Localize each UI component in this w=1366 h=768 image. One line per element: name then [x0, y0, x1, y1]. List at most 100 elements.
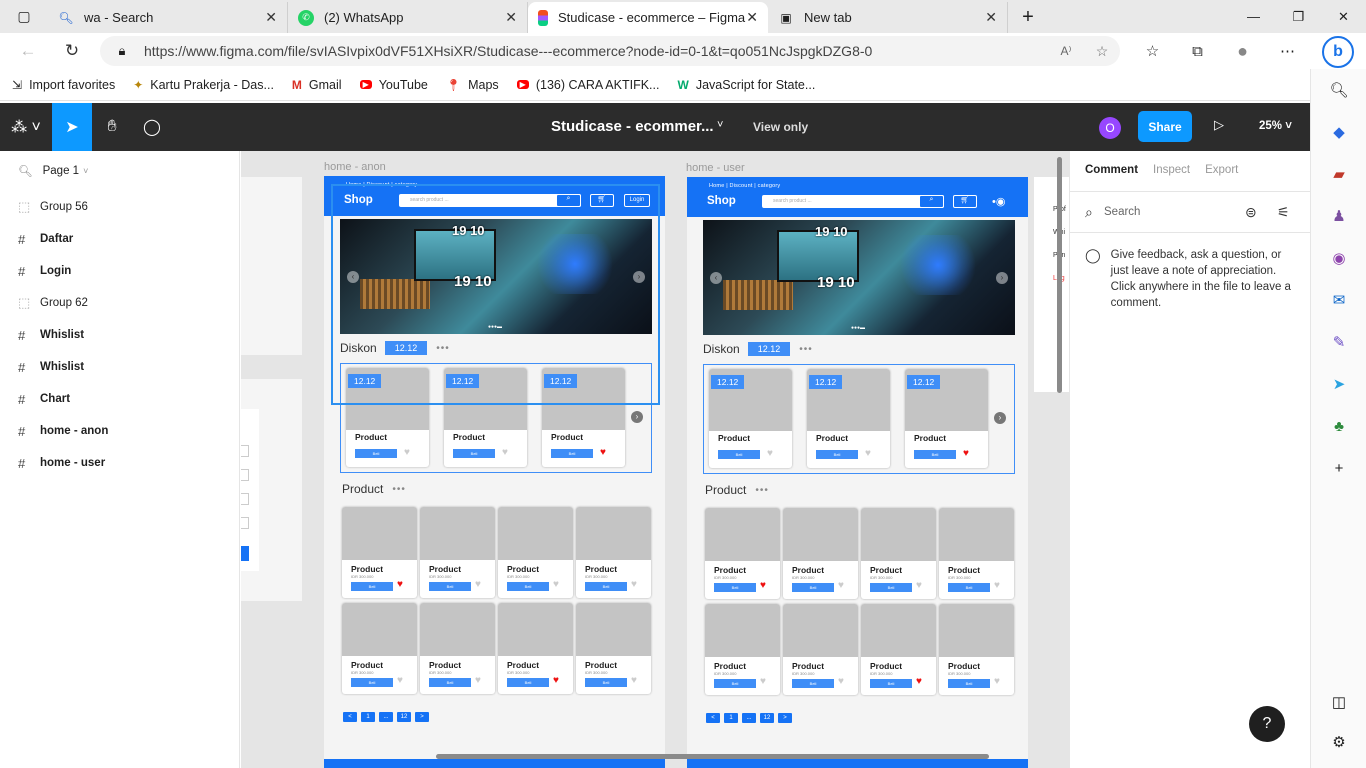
- search-icon[interactable]: 🔍︎: [18, 164, 33, 178]
- frame-label-user[interactable]: home - user: [686, 162, 745, 174]
- card-tag: 12.12: [809, 375, 843, 389]
- fav-gmail[interactable]: M Gmail: [292, 78, 342, 92]
- hand-tool-icon[interactable]: ✋︎: [92, 103, 132, 151]
- comment-panel: Comment Inspect Export ⌕ Search ⊜ ⚟ ◯ Gi…: [1069, 151, 1310, 768]
- page-selector[interactable]: 🔍︎ Page 1 ˅: [0, 151, 239, 191]
- figma-toolbar: ⁂ ˅ ➤ ✋︎ ◯ Studicase - ecommer... ˅ View…: [0, 103, 1310, 151]
- settings-icon[interactable]: ⚙: [1311, 721, 1366, 763]
- panel-icon[interactable]: ◫: [1311, 681, 1366, 723]
- outlook-icon[interactable]: ✉: [1311, 279, 1366, 321]
- avatar[interactable]: O: [1099, 117, 1121, 139]
- profile-avatar-icon[interactable]: ●: [1220, 33, 1265, 69]
- layer-item[interactable]: # Whislist: [0, 319, 239, 351]
- close-tab-icon[interactable]: ✕: [985, 9, 997, 26]
- diskon-tag: 12.12: [747, 342, 791, 356]
- close-tab-icon[interactable]: ✕: [265, 9, 277, 26]
- designer-icon[interactable]: ✎: [1311, 321, 1366, 363]
- layer-item[interactable]: # Whislist: [0, 351, 239, 383]
- tab-actions-icon[interactable]: ▢: [0, 0, 48, 33]
- add-icon[interactable]: +: [1311, 447, 1366, 489]
- tab-comment[interactable]: Comment: [1085, 164, 1138, 191]
- add-favorite-icon[interactable]: ☆: [1084, 43, 1120, 60]
- heart-filled-icon: ♥: [397, 579, 403, 590]
- search-icon: 🔍︎: [58, 10, 74, 25]
- figma-menu-icon[interactable]: ⁂ ˅: [6, 103, 46, 151]
- fav-prakerja[interactable]: ✦ Kartu Prakerja - Das...: [133, 78, 274, 92]
- heart-icon: ♥: [994, 580, 1000, 591]
- site-footer: [324, 759, 665, 768]
- product-price: IDR 300.000: [351, 670, 374, 675]
- heart-icon: ♥: [631, 579, 637, 590]
- tree-icon[interactable]: ♣: [1311, 405, 1366, 447]
- tab-wa-search[interactable]: 🔍︎ wa - Search ✕: [48, 2, 288, 33]
- tab-export[interactable]: Export: [1205, 164, 1238, 191]
- layer-item[interactable]: # home - user: [0, 447, 239, 479]
- heart-icon: ♥: [838, 580, 844, 591]
- layer-item[interactable]: # Login: [0, 255, 239, 287]
- frame-home-user[interactable]: Home | Discount | category Shop search p…: [687, 177, 1028, 768]
- tab-inspect[interactable]: Inspect: [1153, 164, 1190, 191]
- layer-item[interactable]: # Chart: [0, 383, 239, 415]
- garuda-icon: ✦: [133, 77, 144, 92]
- search-icon[interactable]: 🔍︎: [1311, 69, 1366, 111]
- horizontal-scrollbar[interactable]: [436, 754, 989, 759]
- chevron-down-icon: ˅: [83, 166, 89, 176]
- new-tab-button[interactable]: +: [1008, 2, 1048, 33]
- restore-icon[interactable]: ❐: [1276, 0, 1321, 33]
- tab-new[interactable]: ▣ New tab ✕: [768, 2, 1008, 33]
- fav-javascript[interactable]: W JavaScript for State...: [677, 78, 815, 92]
- layer-item[interactable]: ⬚ Group 56: [0, 191, 239, 223]
- site-footer: [687, 759, 1028, 768]
- comment-search-input[interactable]: Search: [1104, 206, 1140, 218]
- fav-youtube-2[interactable]: ▶ (136) CARA AKTIFK...: [516, 78, 659, 92]
- toolbox-icon[interactable]: ▰: [1311, 153, 1366, 195]
- zoom-level[interactable]: 25% ˅: [1259, 120, 1292, 132]
- favorites-icon[interactable]: ☆: [1130, 33, 1175, 69]
- page-prev: <: [706, 713, 720, 723]
- back-icon[interactable]: ←: [8, 33, 48, 69]
- filter-icon[interactable]: ⊜: [1245, 204, 1257, 221]
- present-icon[interactable]: ▷: [1214, 117, 1224, 133]
- help-button[interactable]: ?: [1249, 706, 1285, 742]
- close-tab-icon[interactable]: ✕: [505, 9, 517, 26]
- tab-figma[interactable]: Studicase - ecommerce – Figma ✕: [528, 2, 768, 33]
- layer-item[interactable]: ⬚ Group 62: [0, 287, 239, 319]
- comment-tool-icon[interactable]: ◯: [132, 103, 172, 151]
- close-window-icon[interactable]: ✕: [1321, 0, 1366, 33]
- layer-item[interactable]: # home - anon: [0, 415, 239, 447]
- games-icon[interactable]: ♟: [1311, 195, 1366, 237]
- fav-import[interactable]: ⇲ Import favorites: [12, 78, 115, 92]
- product-price: IDR 300.000: [351, 574, 374, 579]
- share-button[interactable]: Share: [1138, 111, 1192, 142]
- product-price: IDR 300.000: [429, 574, 452, 579]
- tab-title: Studicase - ecommerce – Figma: [558, 10, 746, 25]
- telegram-icon[interactable]: ➤: [1311, 363, 1366, 405]
- move-tool-icon[interactable]: ➤: [52, 103, 92, 151]
- tab-whatsapp[interactable]: ✆ (2) WhatsApp ✕: [288, 2, 528, 33]
- comment-search[interactable]: ⌕ Search ⊜ ⚟: [1070, 191, 1310, 233]
- close-tab-icon[interactable]: ✕: [746, 9, 758, 26]
- product-card: Product IDR 300.000 Beli ♥: [498, 507, 573, 598]
- refresh-icon[interactable]: ↻: [52, 33, 92, 69]
- more-menu-icon[interactable]: ⋯: [1265, 33, 1310, 69]
- read-aloud-icon[interactable]: A⁾: [1048, 44, 1084, 58]
- product-price: IDR 300.000: [870, 671, 893, 676]
- layer-item[interactable]: # Daftar: [0, 223, 239, 255]
- url-field[interactable]: 🔒︎ https://www.figma.com/file/svIASIvpix…: [100, 36, 1120, 66]
- minimize-icon[interactable]: —: [1231, 0, 1276, 33]
- product-price: IDR 300.000: [714, 575, 737, 580]
- sliders-icon[interactable]: ⚟: [1277, 204, 1290, 221]
- chevron-down-icon[interactable]: ˅: [717, 119, 723, 131]
- bing-icon[interactable]: b: [1322, 36, 1354, 68]
- file-title[interactable]: Studicase - ecommer...: [551, 118, 714, 135]
- offscreen-frame[interactable]: [241, 177, 302, 355]
- vertical-scrollbar[interactable]: [1057, 157, 1062, 393]
- figma-canvas[interactable]: home - anon Home | Discount | category S…: [241, 151, 1069, 768]
- product-price: IDR 300.000: [429, 670, 452, 675]
- fav-maps[interactable]: 📍︎ Maps: [446, 78, 499, 92]
- tag-icon[interactable]: ◆: [1311, 111, 1366, 153]
- collections-icon[interactable]: ⧉: [1175, 33, 1220, 69]
- office-icon[interactable]: ◉: [1311, 237, 1366, 279]
- fav-youtube[interactable]: ▶ YouTube: [359, 78, 428, 92]
- frame-label-anon[interactable]: home - anon: [324, 161, 386, 173]
